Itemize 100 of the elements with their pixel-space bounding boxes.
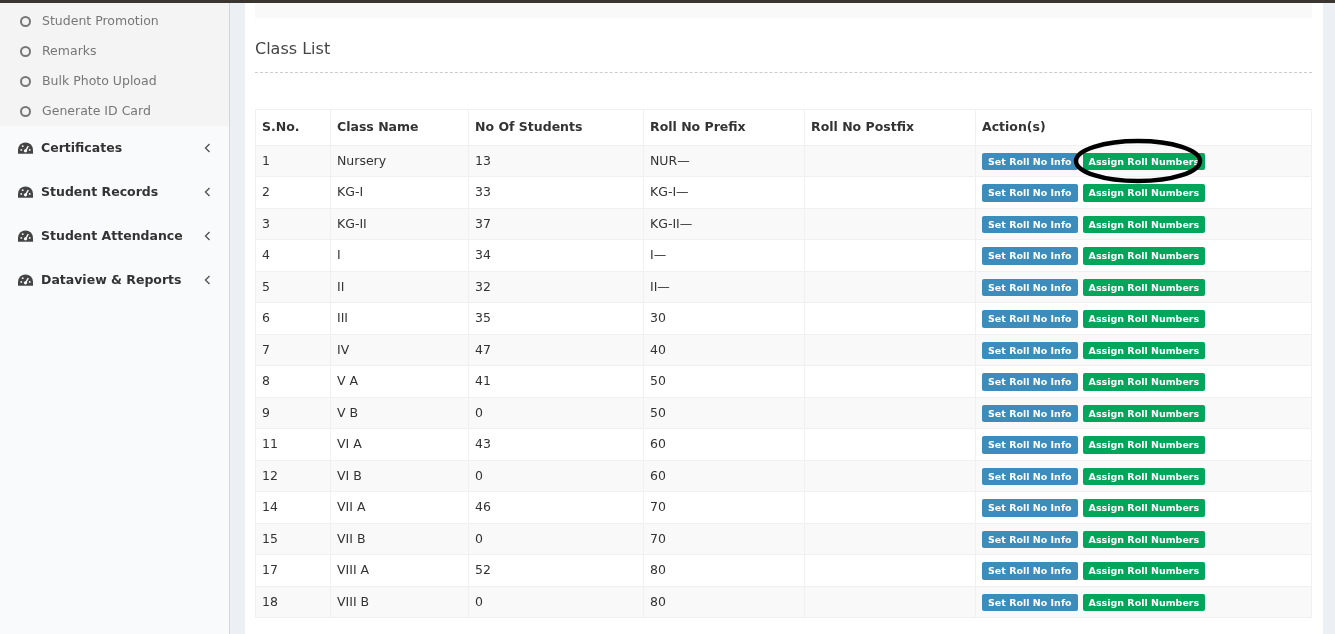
assign-roll-numbers-button[interactable]: Assign Roll Numbers — [1082, 310, 1206, 328]
table-cell: 60 — [643, 460, 805, 492]
chevron-left-icon — [204, 187, 211, 197]
set-roll-info-button[interactable]: Set Roll No Info — [982, 562, 1078, 580]
table-cell: NUR— — [643, 145, 805, 177]
table-cell: VIII B — [330, 586, 469, 618]
dashboard-icon — [18, 273, 33, 287]
assign-roll-numbers-button[interactable]: Assign Roll Numbers — [1082, 530, 1206, 548]
dashboard-icon — [18, 185, 33, 199]
set-roll-info-button[interactable]: Set Roll No Info — [982, 530, 1078, 548]
table-cell: Nursery — [330, 145, 469, 177]
table-cell: II— — [643, 271, 805, 303]
assign-roll-numbers-button[interactable]: Assign Roll Numbers — [1082, 373, 1206, 391]
sidebar-item[interactable]: Certificates — [0, 126, 229, 170]
assign-roll-numbers-button[interactable]: Assign Roll Numbers — [1082, 341, 1206, 359]
table-cell: 60 — [643, 428, 805, 461]
assign-roll-numbers-button[interactable]: Assign Roll Numbers — [1082, 215, 1206, 233]
set-roll-info-button[interactable]: Set Roll No Info — [982, 499, 1078, 517]
assign-roll-numbers-button[interactable]: Assign Roll Numbers — [1082, 562, 1206, 580]
set-roll-info-button[interactable]: Set Roll No Info — [982, 278, 1078, 296]
set-roll-info-button[interactable]: Set Roll No Info — [982, 436, 1078, 454]
column-header: No Of Students — [468, 109, 644, 146]
set-roll-info-button[interactable]: Set Roll No Info — [982, 593, 1078, 611]
table-cell: 47 — [468, 334, 644, 366]
panel-title: Class List — [255, 37, 1312, 73]
set-roll-info-button[interactable]: Set Roll No Info — [982, 152, 1078, 170]
table-cell: 32 — [468, 271, 644, 303]
table-cell: VIII A — [330, 554, 469, 587]
chevron-left-icon — [204, 275, 211, 285]
table-cell: 46 — [468, 491, 644, 524]
table-cell: 9 — [255, 397, 331, 429]
assign-roll-numbers-button[interactable]: Assign Roll Numbers — [1082, 278, 1206, 296]
sidebar-subitem[interactable]: Generate ID Card — [42, 101, 151, 121]
assign-roll-numbers-button[interactable]: Assign Roll Numbers — [1082, 499, 1206, 517]
assign-roll-numbers-button[interactable]: Assign Roll Numbers — [1082, 247, 1206, 265]
table-cell: 33 — [468, 176, 644, 209]
assign-roll-numbers-button[interactable]: Assign Roll Numbers — [1082, 436, 1206, 454]
table-cell: II — [330, 271, 469, 303]
table-cell: 17 — [255, 554, 331, 587]
assign-roll-numbers-button[interactable]: Assign Roll Numbers — [1082, 404, 1206, 422]
table-cell: I— — [643, 239, 805, 272]
chevron-left-icon — [204, 143, 211, 153]
set-roll-info-button[interactable]: Set Roll No Info — [982, 310, 1078, 328]
sidebar-item[interactable]: Student Records — [0, 170, 229, 214]
table-cell: 12 — [255, 460, 331, 492]
table-cell: 80 — [643, 554, 805, 587]
table-cell: III — [330, 302, 469, 335]
table-cell: 0 — [468, 460, 644, 492]
sidebar-item[interactable]: Student Attendance — [0, 214, 229, 258]
sidebar-subitem[interactable]: Student Promotion — [42, 11, 159, 31]
table-cell: 80 — [643, 586, 805, 618]
set-roll-info-button[interactable]: Set Roll No Info — [982, 467, 1078, 485]
table-cell: V B — [330, 397, 469, 429]
assign-roll-numbers-button[interactable]: Assign Roll Numbers — [1082, 467, 1206, 485]
set-roll-info-button[interactable]: Set Roll No Info — [982, 341, 1078, 359]
table-cell: VII B — [330, 523, 469, 555]
set-roll-info-button[interactable]: Set Roll No Info — [982, 247, 1078, 265]
table-cell: VII A — [330, 491, 469, 524]
sidebar-subitem[interactable]: Bulk Photo Upload — [42, 71, 157, 91]
sidebar-subitem[interactable]: Remarks — [42, 41, 97, 61]
table-cell: 4 — [255, 239, 331, 272]
table-cell: 41 — [468, 365, 644, 398]
sidebar-item[interactable]: Dataview & Reports — [0, 258, 229, 302]
table-cell: 43 — [468, 428, 644, 461]
chevron-left-icon — [204, 231, 211, 241]
table-cell: 8 — [255, 365, 331, 398]
set-roll-info-button[interactable]: Set Roll No Info — [982, 404, 1078, 422]
table-cell: IV — [330, 334, 469, 366]
dashboard-icon — [18, 141, 33, 155]
circle-icon — [20, 105, 31, 117]
table-cell: 30 — [643, 302, 805, 335]
table-cell: 0 — [468, 586, 644, 618]
set-roll-info-button[interactable]: Set Roll No Info — [982, 215, 1078, 233]
table-cell: 2 — [255, 176, 331, 209]
column-header: Roll No Postfix — [804, 109, 976, 146]
table-cell: KG-I— — [643, 176, 805, 209]
assign-roll-numbers-button[interactable]: Assign Roll Numbers — [1082, 593, 1206, 611]
assign-roll-numbers-button[interactable]: Assign Roll Numbers — [1082, 184, 1206, 202]
column-header: Class Name — [330, 109, 469, 146]
table-cell: 40 — [643, 334, 805, 366]
table-cell: 0 — [468, 397, 644, 429]
table-cell: 37 — [468, 208, 644, 240]
column-header: Roll No Prefix — [643, 109, 805, 146]
table-cell: 13 — [468, 145, 644, 177]
set-roll-info-button[interactable]: Set Roll No Info — [982, 373, 1078, 391]
table-cell: 6 — [255, 302, 331, 335]
table-cell: V A — [330, 365, 469, 398]
table-cell: 70 — [643, 491, 805, 524]
table-cell: 0 — [468, 523, 644, 555]
table-cell: 1 — [255, 145, 331, 177]
table-cell: 50 — [643, 365, 805, 398]
table-cell: 11 — [255, 428, 331, 461]
set-roll-info-button[interactable]: Set Roll No Info — [982, 184, 1078, 202]
assign-roll-numbers-button[interactable]: Assign Roll Numbers — [1082, 152, 1206, 170]
table-cell: 5 — [255, 271, 331, 303]
table-cell: 3 — [255, 208, 331, 240]
table-cell: 14 — [255, 491, 331, 524]
table-cell: KG-I — [330, 176, 469, 209]
table-cell: 35 — [468, 302, 644, 335]
circle-icon — [20, 75, 31, 87]
